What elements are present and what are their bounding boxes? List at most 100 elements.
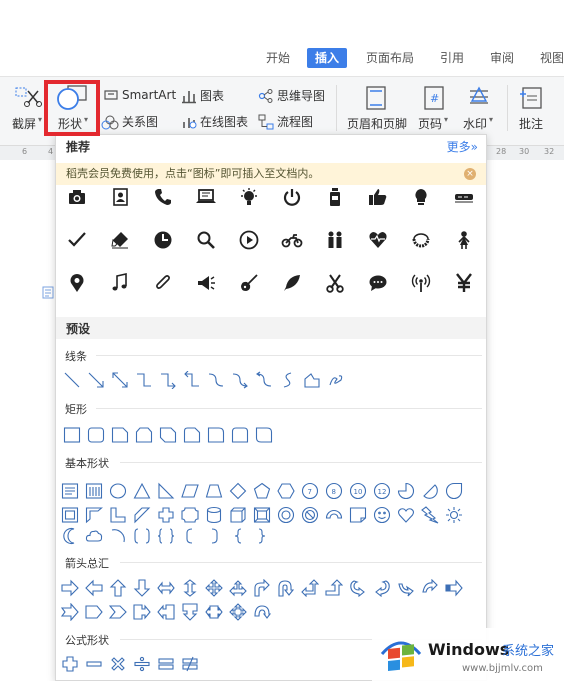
header-footer-button[interactable]	[364, 85, 388, 111]
screenshot-dropdown-icon[interactable]: ▾	[38, 115, 42, 124]
clock-icon[interactable]	[151, 228, 175, 252]
round-same-side-rectangle-shape[interactable]	[231, 426, 249, 444]
bent-up-arrow-shape[interactable]	[325, 579, 343, 597]
snip-same-side-rectangle-shape[interactable]	[135, 426, 153, 444]
equal-shape[interactable]	[157, 655, 175, 673]
magnifier-icon[interactable]	[194, 228, 218, 252]
camera-icon[interactable]	[65, 185, 89, 209]
folded-corner-shape[interactable]	[349, 506, 367, 524]
online-chart-button[interactable]: 在线图表	[181, 113, 248, 130]
curved-up-arrow-shape[interactable]	[397, 579, 415, 597]
down-arrow-callout-shape[interactable]	[181, 603, 199, 621]
comment-button[interactable]	[518, 85, 544, 111]
double-brace-shape[interactable]	[157, 527, 175, 545]
screenshot-button[interactable]	[14, 85, 42, 109]
vertical-text-box-shape[interactable]	[85, 482, 103, 500]
tab-view[interactable]: 视图	[540, 48, 564, 68]
round-diagonal-rectangle-shape[interactable]	[255, 426, 273, 444]
left-right-up-arrow-shape[interactable]	[229, 579, 247, 597]
triangle-shape[interactable]	[133, 482, 151, 500]
mindmap-button[interactable]: 思维导图	[258, 87, 325, 104]
curved-down-arrow-shape[interactable]	[421, 579, 439, 597]
left-up-arrow-shape[interactable]	[301, 579, 319, 597]
chord-shape[interactable]	[421, 482, 439, 500]
octagon-shape[interactable]: 8	[325, 482, 343, 500]
scribble-shape[interactable]	[327, 371, 345, 389]
sun-shape[interactable]	[445, 506, 463, 524]
snip-corner-rectangle-shape[interactable]	[111, 426, 129, 444]
curved-connector-shape[interactable]	[207, 371, 225, 389]
bevel-shape[interactable]	[253, 506, 271, 524]
no-symbol-shape[interactable]	[301, 506, 319, 524]
feather-icon[interactable]	[280, 271, 304, 295]
elbow-connector-shape[interactable]	[135, 371, 153, 389]
tab-insert[interactable]: 插入	[307, 48, 348, 68]
donut-shape[interactable]	[277, 506, 295, 524]
plus-shape[interactable]	[61, 655, 79, 673]
freeform-shape[interactable]	[303, 371, 321, 389]
up-down-arrow-shape[interactable]	[181, 579, 199, 597]
tab-review[interactable]: 审阅	[490, 48, 514, 68]
multiply-shape[interactable]	[109, 655, 127, 673]
tab-home[interactable]: 开始	[266, 48, 290, 68]
diagonal-stripe-shape[interactable]	[133, 506, 151, 524]
bent-arrow-shape[interactable]	[253, 579, 271, 597]
double-arrow-line-shape[interactable]	[111, 371, 129, 389]
more-link[interactable]: 更多»	[447, 138, 478, 155]
elbow-double-arrow-shape[interactable]	[183, 371, 201, 389]
chart-button[interactable]: 图表	[181, 87, 224, 104]
curved-right-arrow-shape[interactable]	[349, 579, 367, 597]
parallelogram-shape[interactable]	[181, 482, 199, 500]
curved-arrow-connector-shape[interactable]	[231, 371, 249, 389]
watermark-dropdown-icon[interactable]: ▾	[489, 115, 493, 124]
quad-arrow-shape[interactable]	[205, 579, 223, 597]
notched-right-arrow-shape[interactable]	[61, 603, 79, 621]
tab-page-layout[interactable]: 页面布局	[366, 48, 414, 68]
left-right-arrow-callout-shape[interactable]	[205, 603, 223, 621]
u-turn-arrow-shape[interactable]	[277, 579, 295, 597]
yen-icon[interactable]	[452, 271, 476, 295]
watermark-button[interactable]	[466, 85, 492, 111]
flowchart-button[interactable]: 流程图	[258, 113, 313, 130]
idea-bulb-icon[interactable]	[237, 185, 261, 209]
light-bulb-icon[interactable]	[409, 185, 433, 209]
curve-shape[interactable]	[279, 371, 297, 389]
phone-icon[interactable]	[151, 185, 175, 209]
right-arrow-callout-shape[interactable]	[133, 603, 151, 621]
block-arc-shape[interactable]	[325, 506, 343, 524]
pentagon-arrow-shape[interactable]	[85, 603, 103, 621]
quad-arrow-callout-shape[interactable]	[229, 603, 247, 621]
arc-shape[interactable]	[109, 527, 127, 545]
paperclip-icon[interactable]	[151, 271, 175, 295]
double-bracket-shape[interactable]	[133, 527, 151, 545]
megaphone-icon[interactable]	[194, 271, 218, 295]
broadcast-icon[interactable]	[409, 271, 433, 295]
cloud-shape[interactable]	[85, 527, 103, 545]
up-arrow-shape[interactable]	[109, 579, 127, 597]
laptop-icon[interactable]	[194, 185, 218, 209]
moon-shape[interactable]	[61, 527, 79, 545]
hexagon-shape[interactable]	[277, 482, 295, 500]
right-arrow-shape[interactable]	[61, 579, 79, 597]
motorcycle-icon[interactable]	[280, 228, 304, 252]
elbow-arrow-connector-shape[interactable]	[159, 371, 177, 389]
left-right-arrow-shape[interactable]	[157, 579, 175, 597]
music-note-icon[interactable]	[108, 271, 132, 295]
striped-right-arrow-shape[interactable]	[445, 579, 463, 597]
snip-diagonal-rectangle-shape[interactable]	[159, 426, 177, 444]
girl-icon[interactable]	[452, 228, 476, 252]
decagon-shape[interactable]: 10	[349, 482, 367, 500]
smiley-face-shape[interactable]	[373, 506, 391, 524]
guitar-icon[interactable]	[237, 271, 261, 295]
rectangle-shape[interactable]	[63, 426, 81, 444]
smartart-button[interactable]: SmartArt	[103, 87, 176, 103]
lightning-bolt-shape[interactable]	[421, 506, 439, 524]
arrow-line-shape[interactable]	[87, 371, 105, 389]
snip-round-rectangle-shape[interactable]	[183, 426, 201, 444]
chevron-shape[interactable]	[109, 603, 127, 621]
l-shape[interactable]	[109, 506, 127, 524]
rounded-rectangle-shape[interactable]	[87, 426, 105, 444]
curved-left-arrow-shape[interactable]	[373, 579, 391, 597]
page-number-button[interactable]: #	[423, 85, 445, 111]
page-number-dropdown-icon[interactable]: ▾	[444, 115, 448, 124]
